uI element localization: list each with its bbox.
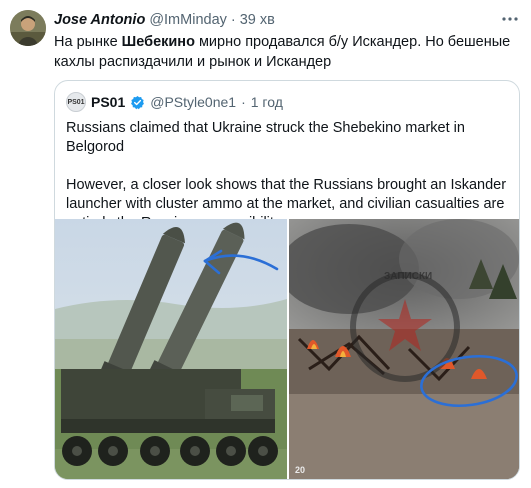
author-handle[interactable]: @ImMinday [149,12,227,28]
tweet-header: Jose Antonio @ImMinday · 39 хв [54,10,275,30]
tweet[interactable]: Jose Antonio @ImMinday · 39 хв На рынке … [0,0,531,488]
tweet-text-bold: Шебекино [121,34,195,50]
media-grid: ЗАПИСКИ 20 [55,219,519,479]
quoted-tweet[interactable]: PS01 PS01 @PStyle0ne1 · 1 год Russians c… [54,80,520,480]
tweet-timestamp[interactable]: 39 хв [240,12,275,28]
quoted-author-handle[interactable]: @PStyle0ne1 [150,94,236,110]
verified-badge-icon [131,95,145,109]
more-icon[interactable] [501,10,519,33]
watermark-text: ЗАПИСКИ [384,271,432,282]
more-options-icon [502,17,518,21]
iskander-launcher-photo[interactable] [55,219,287,479]
quoted-tweet-timestamp[interactable]: 1 год [251,94,283,110]
tweet-text-start: На рынке [54,34,122,50]
market-fire-image: ЗАПИСКИ 20 [289,219,519,479]
market-fire-photo[interactable]: ЗАПИСКИ 20 [289,219,519,479]
launcher-image [55,219,287,479]
author-avatar[interactable] [10,10,46,46]
quoted-paragraph-1: Russians claimed that Ukraine struck the… [66,120,465,155]
separator-dot: · [241,94,246,110]
quoted-author-avatar[interactable]: PS01 [66,92,86,112]
quoted-tweet-header: PS01 PS01 @PStyle0ne1 · 1 год [66,92,283,112]
author-name[interactable]: Jose Antonio [54,12,145,28]
corner-label: 20 [295,465,305,475]
separator-dot: · [230,12,236,28]
avatar-image [10,10,46,46]
quoted-author-name[interactable]: PS01 [91,94,125,110]
tweet-text: На рынке Шебекино мирно продавался б/у И… [54,32,520,72]
